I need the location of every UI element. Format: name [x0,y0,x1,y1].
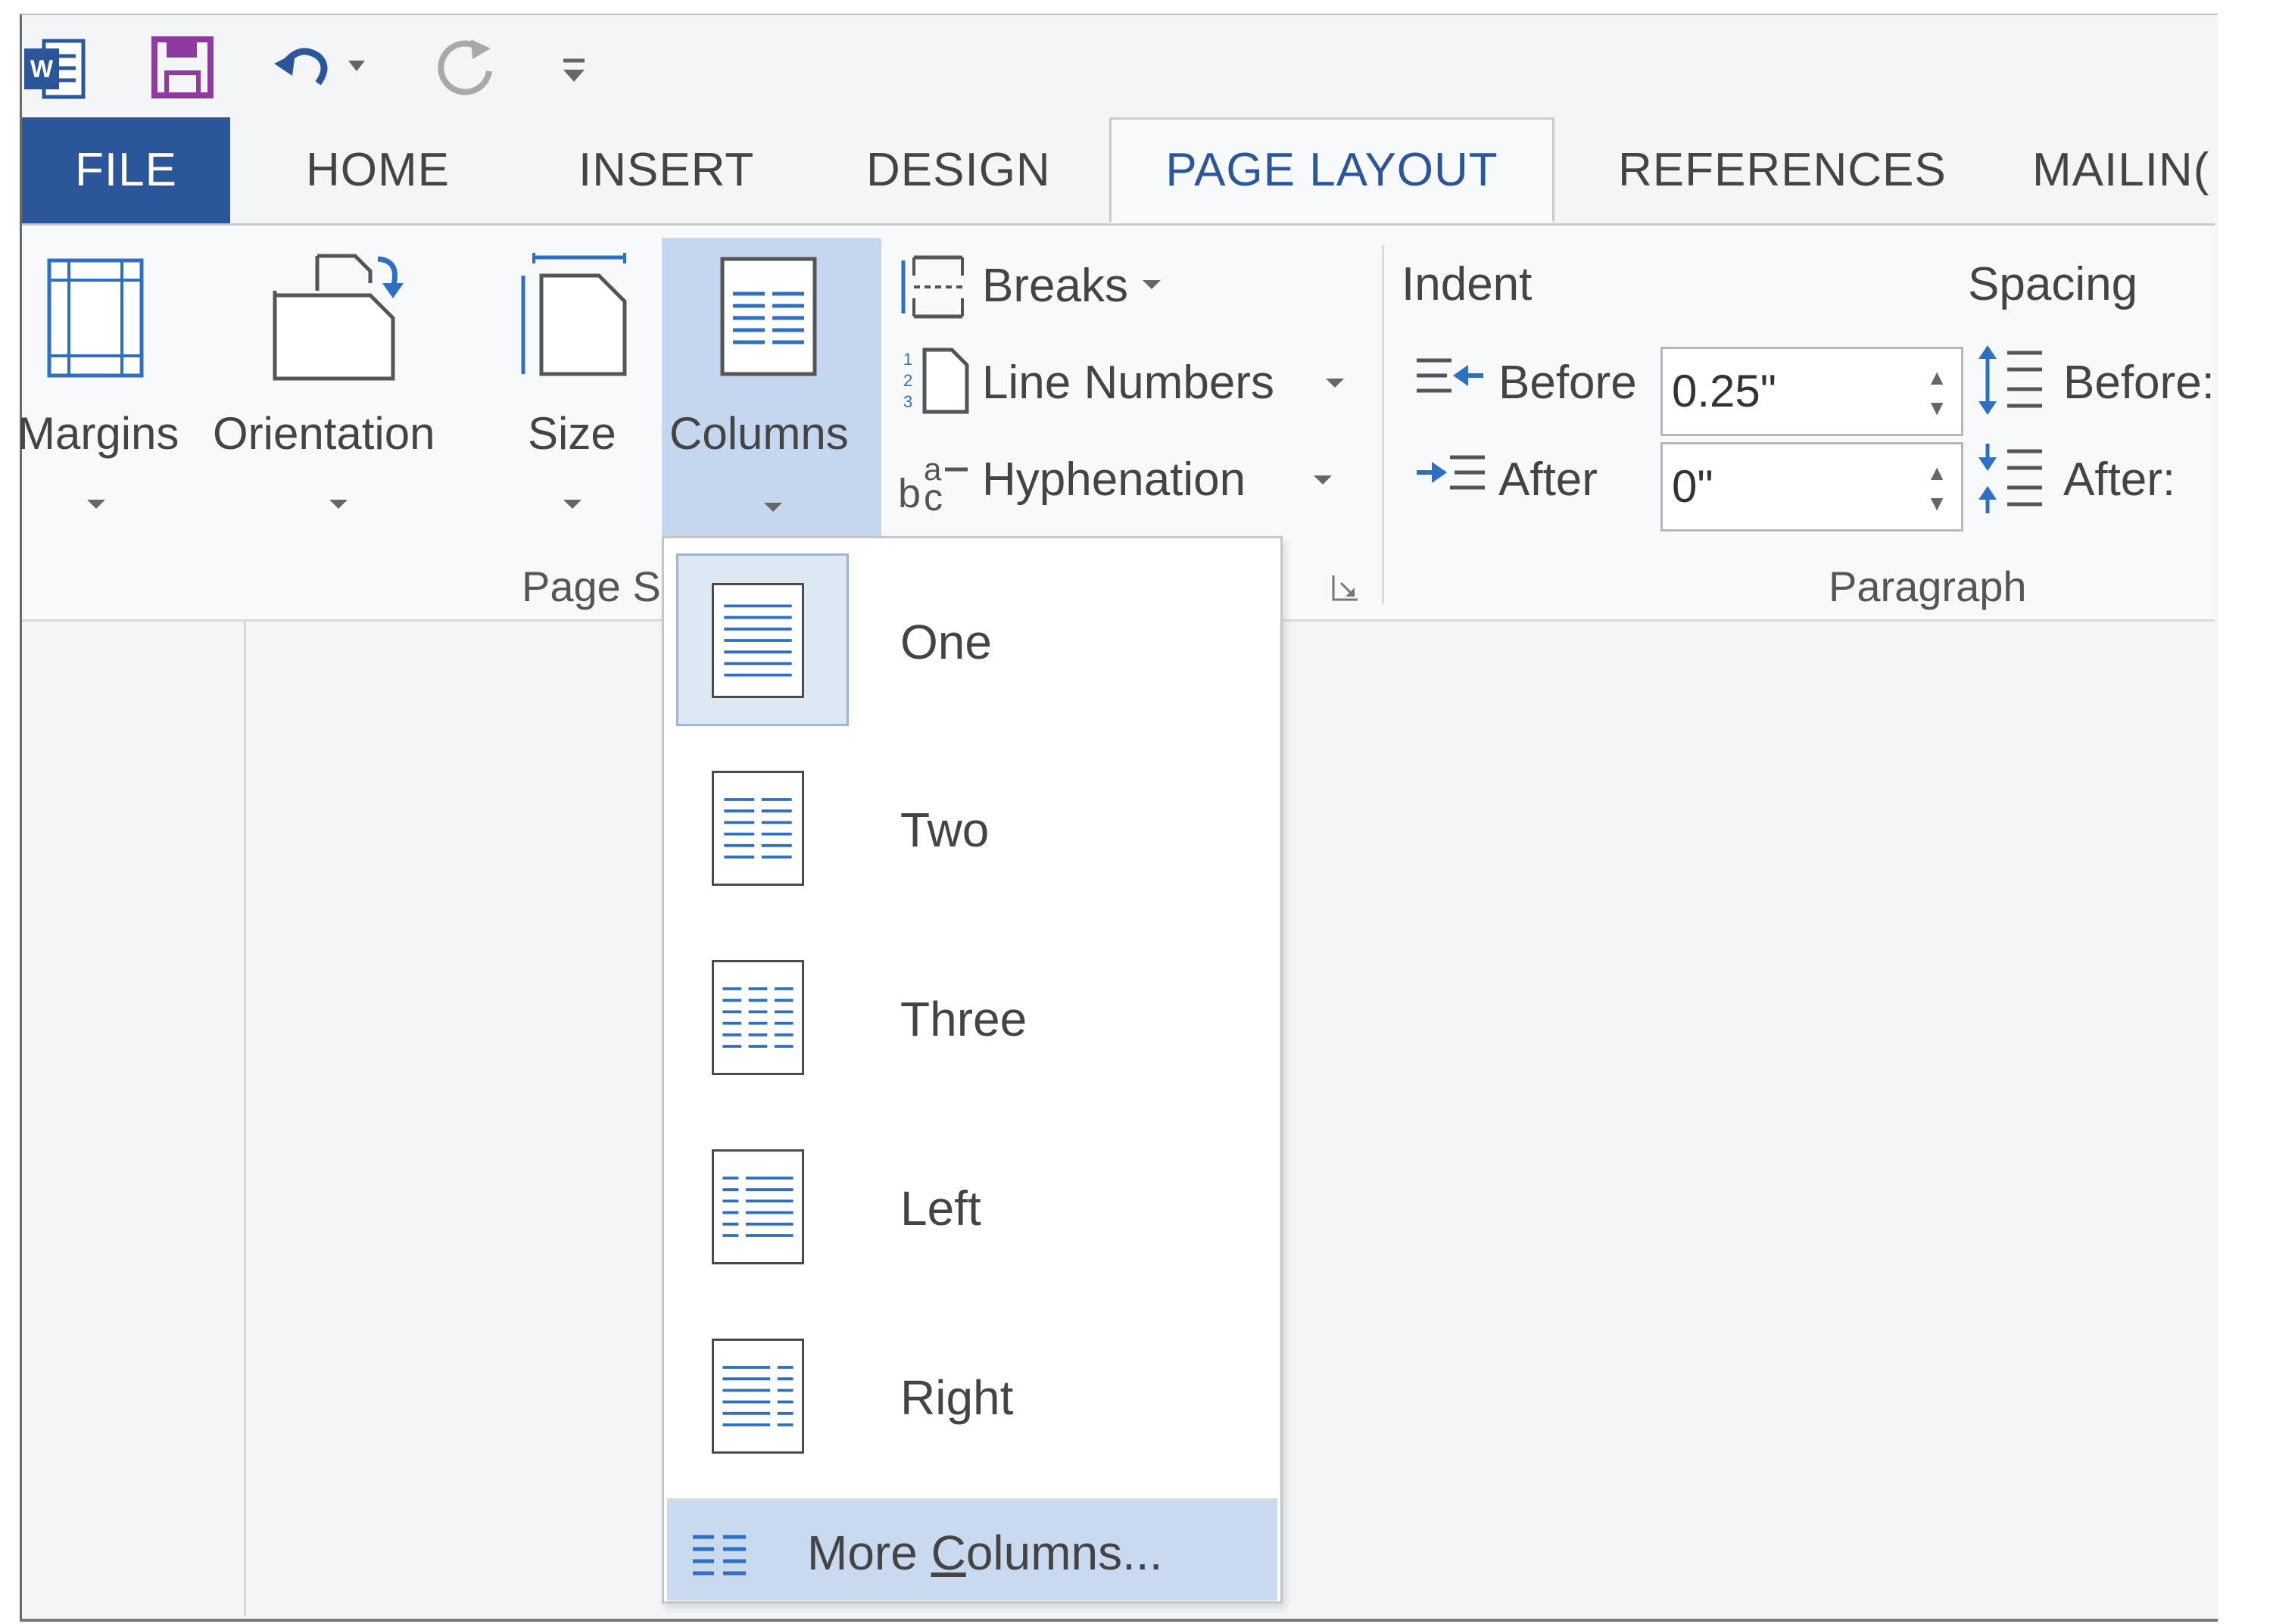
svg-text:c: c [924,476,943,515]
indent-heading: Indent [1402,258,1533,310]
svg-text:b: b [898,471,921,515]
tab-file[interactable]: FILE [22,117,230,223]
spinner-arrows-icon[interactable]: ▲ ▼ [1926,363,1947,423]
word-app-icon[interactable]: W [21,35,89,107]
save-icon[interactable] [148,33,217,105]
indent-after-value: 0" [1672,461,1713,512]
spacing-heading: Spacing [1968,258,2138,310]
tab-mailings[interactable]: MAILIN( [2032,117,2209,223]
option-label: Left [900,1181,981,1236]
svg-text:1: 1 [903,350,912,369]
svg-text:2: 2 [903,371,912,390]
tab-home[interactable]: HOME [306,117,450,223]
indent-after-label: After [1498,454,1598,506]
columns-option-right[interactable]: Right [676,1309,1271,1488]
option-highlight-box [676,553,849,726]
spinner-arrows-icon[interactable]: ▲ ▼ [1926,458,1947,519]
columns-caret [764,503,782,512]
page-setup-dialog-launcher-icon[interactable] [1330,572,1361,603]
spacing-before-icon [1978,345,2042,415]
left-columns-icon [712,1149,804,1264]
line-numbers-icon: 1 2 3 [903,348,969,414]
indent-before-value: 0.25" [1672,366,1777,416]
document-margin-line [244,619,246,1616]
tab-references[interactable]: REFERENCES [1618,117,1947,223]
orientation-label: Orientation [213,408,435,459]
columns-option-one[interactable]: One [676,553,1271,732]
svg-text:3: 3 [903,392,912,411]
option-label: One [900,615,992,669]
orientation-caret [329,500,348,509]
page-setup-group-label: Page S [522,563,661,610]
option-box [676,1309,849,1482]
option-label: Two [900,803,990,857]
margins-caret [87,500,105,509]
tab-page-layout[interactable]: PAGE LAYOUT [1109,117,1554,223]
columns-icon [720,257,817,376]
option-label: Three [900,992,1027,1046]
breaks-icon [901,255,964,319]
line-numbers-label: Line Numbers [982,357,1274,409]
breaks-label: Breaks [982,260,1128,312]
tab-insert[interactable]: INSERT [578,117,754,223]
hyphenation-label: Hyphenation [982,454,1246,506]
more-columns-button[interactable]: More Columns... [667,1498,1277,1601]
redo-icon[interactable] [436,33,504,105]
margins-label: Margins [17,408,179,459]
indent-left-icon [1417,358,1483,393]
undo-icon[interactable] [270,33,338,105]
three-columns-icon [712,960,804,1075]
option-box [676,741,849,914]
columns-dropdown-menu: One Two Three Left Right More Columns... [662,536,1283,1604]
right-columns-icon [712,1339,804,1454]
one-column-icon [712,583,804,698]
columns-option-left[interactable]: Left [676,1120,1271,1298]
hyphenation-icon: b a c [898,451,968,515]
size-icon [521,253,627,376]
svg-text:W: W [30,55,54,83]
option-box [676,1120,849,1292]
undo-dropdown-icon[interactable] [345,55,368,81]
group-separator [1382,245,1384,604]
customize-toolbar-icon[interactable] [559,47,589,96]
tab-design[interactable]: DESIGN [866,117,1051,223]
spacing-before-label: Before: [2063,357,2215,409]
size-label: Size [528,408,616,459]
indent-before-label: Before [1498,357,1637,409]
two-columns-icon [712,771,804,886]
ribbon-tabs: FILE HOME INSERT DESIGN PAGE LAYOUT REFE… [22,117,2215,226]
size-caret [563,500,582,509]
columns-option-three[interactable]: Three [676,930,1271,1109]
more-columns-icon [693,1535,746,1576]
breaks-caret [1143,280,1161,289]
paragraph-group-label: Paragraph [1829,563,2027,610]
indent-after-input[interactable]: 0" ▲ ▼ [1660,442,1963,531]
columns-label: Columns [669,408,849,459]
more-columns-label: More Columns... [807,1526,1163,1580]
option-box [676,930,849,1103]
quick-access-toolbar: W [20,17,2215,115]
indent-right-icon [1417,455,1485,490]
spacing-after-icon [1978,444,2042,513]
indent-before-input[interactable]: 0.25" ▲ ▼ [1660,347,1963,436]
orientation-icon [273,254,404,381]
columns-option-two[interactable]: Two [676,741,1271,920]
option-label: Right [900,1370,1014,1425]
margins-icon [47,258,144,378]
line-numbers-caret [1326,379,1344,388]
hyphenation-caret [1314,475,1332,485]
spacing-after-label: After: [2063,454,2176,506]
